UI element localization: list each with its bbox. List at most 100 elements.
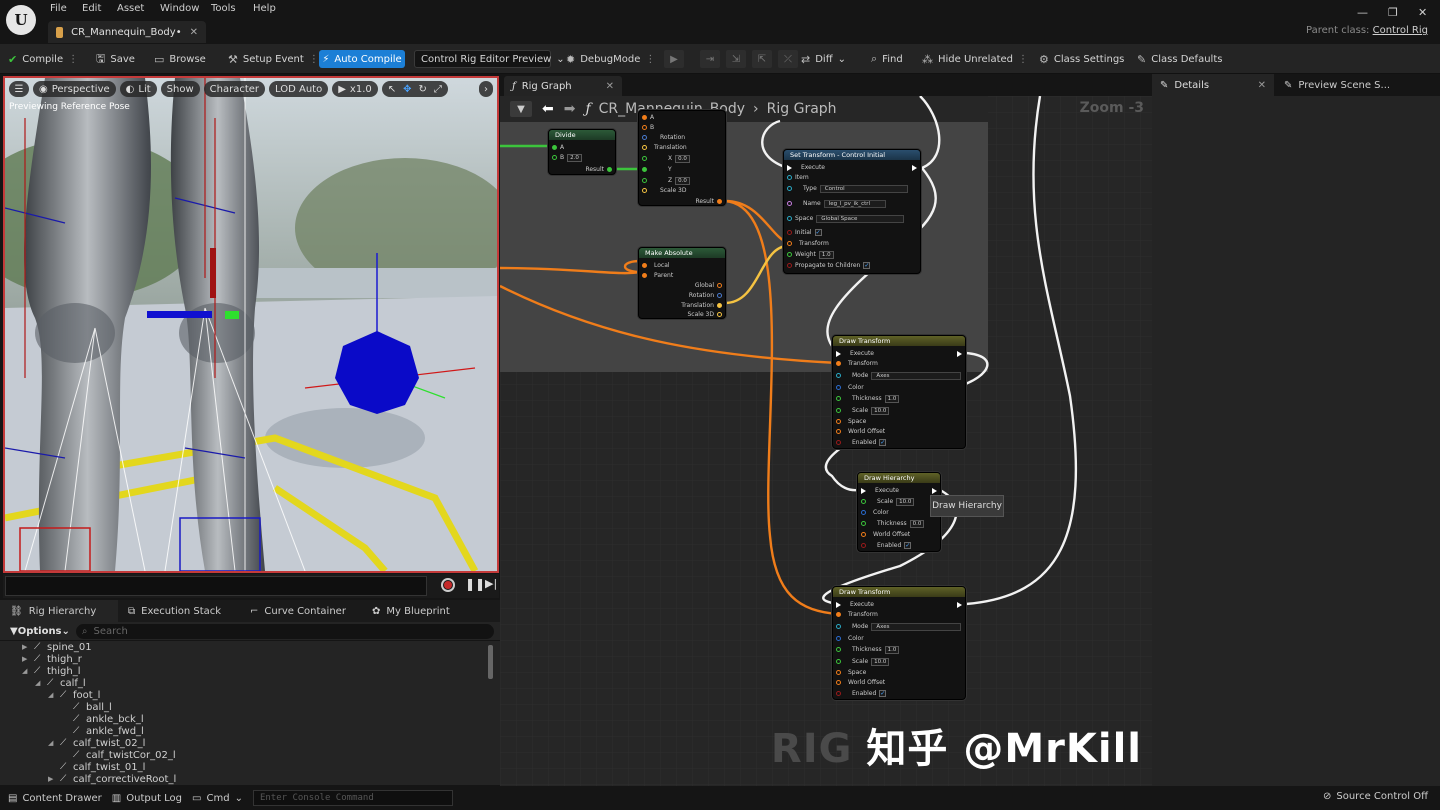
lit-button[interactable]: ◐ Lit — [119, 81, 157, 97]
pin-name[interactable]: Name leg_l_pv_ik_ctrl — [787, 199, 886, 208]
tree-item[interactable]: ⟋ ball_l — [0, 701, 500, 713]
pin-execute[interactable]: Execute — [787, 163, 825, 172]
pin-a[interactable]: A — [552, 143, 564, 152]
play-icon[interactable]: ▶ — [664, 50, 684, 68]
setup-event-options-icon[interactable]: ⋮ — [309, 54, 319, 65]
close-tab-icon[interactable]: ✕ — [190, 27, 198, 38]
diff-button[interactable]: ⇄ Diff ⌄ — [801, 50, 846, 68]
restore-icon[interactable]: ❐ — [1388, 6, 1398, 19]
expand-arrow-icon[interactable]: ◢ — [22, 667, 30, 675]
pin-initial[interactable]: Initial ✓ — [787, 228, 822, 237]
pause-icon[interactable]: ❚❚ — [465, 577, 485, 591]
viewport-expand-icon[interactable]: › — [479, 81, 493, 97]
pin-scale-3d[interactable]: Scale 3D — [688, 310, 722, 319]
pin-thickness[interactable]: Thickness 0.0 — [861, 519, 925, 528]
close-tab-icon[interactable]: ✕ — [606, 81, 614, 92]
tree-item[interactable]: ◢ ⟋ foot_l — [0, 689, 500, 701]
class-settings-button[interactable]: ⚙ Class Settings — [1039, 50, 1124, 68]
scale-icon[interactable]: ⤢ — [434, 84, 442, 95]
compile-button[interactable]: ✔ Compile ⋮ — [8, 50, 78, 68]
pin-mode[interactable]: Mode Axes — [836, 622, 962, 631]
pin-enabled[interactable]: Enabled ✓ — [836, 438, 887, 447]
pin-mode[interactable]: Mode Axes — [836, 371, 962, 380]
preview-dropdown[interactable]: Control Rig Editor Preview ⌄ — [414, 50, 565, 68]
tree-item[interactable]: ▶ ⟋ spine_01 — [0, 641, 500, 653]
pin-type[interactable]: Type Control — [787, 184, 908, 193]
record-icon[interactable] — [441, 578, 455, 592]
unreal-logo-icon[interactable]: U — [6, 5, 36, 35]
pin-a[interactable]: A — [642, 113, 654, 122]
exec-out-pin[interactable] — [957, 602, 962, 608]
menu-tools[interactable]: Tools — [211, 3, 236, 14]
expand-arrow-icon[interactable]: ◢ — [48, 691, 56, 699]
tree-item[interactable]: ⟋ ankle_bck_l — [0, 713, 500, 725]
tree-item[interactable]: ▶ ⟋ thigh_r — [0, 653, 500, 665]
pin-transform[interactable]: Transform — [787, 239, 829, 248]
node-draw-transform-2[interactable]: Draw Transform Execute Transform Mode Axe… — [832, 586, 966, 700]
select-icon[interactable]: ↖ — [388, 84, 396, 95]
expand-arrow-icon[interactable]: ◢ — [35, 679, 43, 687]
expand-arrow-icon[interactable]: ▶ — [22, 643, 30, 651]
pin-enabled[interactable]: Enabled ✓ — [861, 541, 912, 550]
show-button[interactable]: Show — [160, 81, 200, 97]
source-control-button[interactable]: ⊘ Source Control Off — [1323, 791, 1428, 802]
node-draw-transform-1[interactable]: Draw Transform Execute Transform Mode Axe… — [832, 335, 966, 449]
console-input[interactable]: Enter Console Command — [252, 790, 453, 806]
pin-y[interactable]: Y — [642, 165, 672, 174]
breadcrumb-leaf[interactable]: Rig Graph — [767, 101, 837, 117]
setup-event-button[interactable]: ⚒ Setup Event ⋮ — [228, 50, 319, 68]
tree-item[interactable]: ◢ ⟋ calf_l — [0, 677, 500, 689]
pin-scale[interactable]: Scale 10.0 — [836, 657, 890, 666]
pin-scale[interactable]: Scale 10.0 — [836, 406, 890, 415]
pin-local[interactable]: Local — [642, 261, 670, 270]
pin-z[interactable]: Z 0.0 — [642, 176, 690, 185]
tab-execution-stack[interactable]: ⧉ Execution Stack — [118, 600, 240, 622]
pin-world-offset[interactable]: World Offset — [861, 530, 910, 539]
pin-transform[interactable]: Transform — [836, 359, 878, 368]
tab-preview-scene-settings[interactable]: ✎ Preview Scene S... — [1274, 74, 1390, 96]
pin-world-offset[interactable]: World Offset — [836, 427, 885, 436]
pin-execute[interactable]: Execute — [836, 600, 874, 609]
class-defaults-button[interactable]: ✎ Class Defaults — [1137, 50, 1222, 68]
cmd-dropdown[interactable]: ▭ Cmd ⌄ — [192, 793, 243, 804]
close-window-icon[interactable]: ✕ — [1418, 6, 1427, 19]
pin-translation[interactable]: Translation — [681, 301, 722, 310]
debug-mode-button[interactable]: ✹ DebugMode ⋮ — [566, 50, 655, 68]
forward-icon[interactable]: ➡ — [564, 101, 576, 117]
tree-item[interactable]: ⟋ calf_twistCor_02_l — [0, 749, 500, 761]
content-drawer-button[interactable]: ▤ Content Drawer — [8, 793, 102, 804]
pin-item[interactable]: Item — [787, 173, 809, 182]
auto-compile-toggle[interactable]: ⚡ Auto Compile — [319, 50, 405, 68]
pin-world-offset[interactable]: World Offset — [836, 678, 885, 687]
pin-propagate-to-children[interactable]: Propagate to Children ✓ — [787, 261, 871, 270]
pin-x[interactable]: X 0.0 — [642, 154, 690, 163]
pin-thickness[interactable]: Thickness 1.0 — [836, 394, 900, 403]
tree-item[interactable]: ⟋ calf_twist_01_l — [0, 761, 500, 773]
stop-icon[interactable]: ⤫ — [778, 50, 798, 68]
tree-item[interactable]: ◢ ⟋ calf_twist_02_l — [0, 737, 500, 749]
tab-rig-hierarchy[interactable]: ⛓ Rig Hierarchy — [0, 600, 118, 622]
rig-graph-canvas[interactable]: ▼ ⬅ ➡ ƒ CR_Mannequin_Body › Rig Graph Zo… — [500, 96, 1152, 786]
menu-asset[interactable]: Asset — [117, 3, 144, 14]
node-draw-hierarchy[interactable]: Draw Hierarchy Execute Scale 10.0 Color T… — [857, 472, 941, 552]
tab-details[interactable]: ✎ Details ✕ — [1152, 74, 1274, 96]
bookmark-icon[interactable]: ▼ — [510, 101, 532, 117]
debug-options-icon[interactable]: ⋮ — [645, 54, 655, 65]
output-log-button[interactable]: ▥ Output Log — [112, 793, 182, 804]
lod-button[interactable]: LOD Auto — [269, 81, 329, 97]
hierarchy-search-input[interactable]: ⌕ Search — [75, 623, 494, 639]
hide-unrelated-button[interactable]: ⁂ Hide Unrelated ⋮ — [922, 50, 1028, 68]
back-icon[interactable]: ⬅ — [542, 101, 554, 117]
rotate-icon[interactable]: ↻ — [419, 84, 427, 95]
expand-arrow-icon[interactable]: ▶ — [22, 655, 30, 663]
expand-arrow-icon[interactable]: ◢ — [48, 739, 56, 747]
pin-space[interactable]: Space Global Space — [787, 214, 905, 223]
tab-curve-container[interactable]: ⌐ Curve Container — [240, 600, 362, 622]
exec-out-pin[interactable] — [932, 488, 937, 494]
exec-out-pin[interactable] — [957, 351, 962, 357]
node-set-transform-control-initial[interactable]: Set Transform - Control Initial Execute … — [783, 149, 921, 274]
browse-button[interactable]: ▭ Browse — [154, 50, 206, 68]
pin-thickness[interactable]: Thickness 1.0 — [836, 645, 900, 654]
options-dropdown[interactable]: ▼Options⌄ — [10, 626, 70, 637]
preview-viewport[interactable]: ☰ ◉ Perspective ◐ Lit Show Character LOD A… — [3, 76, 499, 573]
